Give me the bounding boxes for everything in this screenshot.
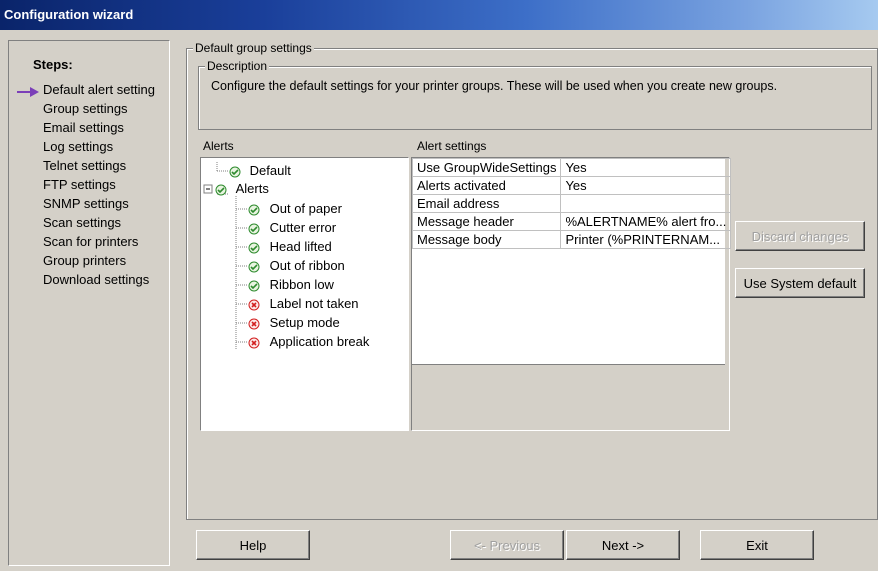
- table-row[interactable]: Use GroupWideSettings Yes: [411, 158, 732, 177]
- step-ftp-settings[interactable]: FTP settings: [43, 175, 116, 194]
- window-title: Configuration wizard: [4, 7, 134, 22]
- tree-item-application-break[interactable]: Application break: [248, 332, 369, 351]
- current-step-arrow-icon: [17, 87, 39, 97]
- tree-item-label: Cutter error: [269, 220, 337, 235]
- tree-item-ribbon-low[interactable]: Ribbon low: [248, 275, 334, 294]
- tree-item-label: Alerts: [235, 181, 269, 196]
- default-group-settings-label: Default group settings: [193, 41, 314, 55]
- step-email-settings[interactable]: Email settings: [43, 118, 124, 137]
- setting-name: Alerts activated: [411, 176, 562, 195]
- alerts-label: Alerts: [203, 139, 234, 153]
- table-row[interactable]: Email address: [411, 194, 732, 213]
- tree-item-label: Application break: [269, 334, 370, 349]
- alert-settings-list-area: Use GroupWideSettings Yes Alerts activat…: [411, 158, 732, 365]
- title-bar: Configuration wizard: [0, 0, 878, 30]
- ok-icon: [229, 166, 241, 178]
- setting-name: Message body: [411, 230, 562, 249]
- previous-button[interactable]: <- Previous: [450, 530, 564, 560]
- setting-value[interactable]: Printer (%PRINTERNAM...: [560, 230, 732, 249]
- tree-item-setup-mode[interactable]: Setup mode: [248, 313, 340, 332]
- ok-icon: [248, 242, 260, 254]
- error-icon: [248, 299, 260, 311]
- description-label: Description: [205, 59, 270, 73]
- tree-item-label: Setup mode: [269, 315, 340, 330]
- step-scan-settings[interactable]: Scan settings: [43, 213, 121, 232]
- setting-value[interactable]: [560, 194, 732, 213]
- step-snmp-settings[interactable]: SNMP settings: [43, 194, 129, 213]
- step-log-settings[interactable]: Log settings: [43, 137, 113, 156]
- tree-item-label: Head lifted: [269, 239, 332, 254]
- step-scan-for-printers[interactable]: Scan for printers: [43, 232, 138, 251]
- description-text: Configure the default settings for your …: [211, 79, 778, 93]
- help-button[interactable]: Help: [196, 530, 310, 560]
- tree-item-default[interactable]: Default: [229, 161, 291, 180]
- ok-icon: [248, 280, 260, 292]
- tree-item-label-not-taken[interactable]: Label not taken: [248, 294, 359, 313]
- ok-icon: [248, 261, 260, 273]
- tree-item-alerts[interactable]: Alerts: [215, 179, 269, 198]
- error-icon: [248, 337, 260, 349]
- alert-settings-label: Alert settings: [417, 139, 487, 153]
- setting-name: Message header: [411, 212, 562, 231]
- tree-item-label: Out of paper: [269, 201, 342, 216]
- setting-name: Use GroupWideSettings: [411, 158, 562, 177]
- ok-icon: [248, 204, 260, 216]
- ok-icon: [248, 223, 260, 235]
- alert-settings-table: Use GroupWideSettings Yes Alerts activat…: [411, 158, 732, 249]
- tree-item-head-lifted[interactable]: Head lifted: [248, 237, 332, 256]
- alert-settings-grid: Use GroupWideSettings Yes Alerts activat…: [411, 157, 732, 431]
- ok-icon: [215, 184, 227, 196]
- setting-value[interactable]: Yes: [560, 176, 732, 195]
- tree-item-cutter-error[interactable]: Cutter error: [248, 218, 336, 237]
- use-system-default-button[interactable]: Use System default: [735, 268, 865, 298]
- tree-item-label: Out of ribbon: [269, 258, 345, 273]
- step-telnet-settings[interactable]: Telnet settings: [43, 156, 126, 175]
- discard-changes-button[interactable]: Discard changes: [735, 221, 865, 251]
- setting-name: Email address: [411, 194, 562, 213]
- tree-item-out-of-ribbon[interactable]: Out of ribbon: [248, 256, 345, 275]
- setting-value[interactable]: Yes: [560, 158, 732, 177]
- tree-item-out-of-paper[interactable]: Out of paper: [248, 199, 342, 218]
- step-group-settings[interactable]: Group settings: [43, 99, 128, 118]
- exit-button[interactable]: Exit: [700, 530, 814, 560]
- steps-heading: Steps:: [33, 57, 73, 72]
- next-button[interactable]: Next ->: [566, 530, 680, 560]
- tree-item-label: Label not taken: [269, 296, 359, 311]
- error-icon: [248, 318, 260, 330]
- description-box: [198, 66, 872, 130]
- tree-item-label: Default: [249, 163, 291, 178]
- table-row[interactable]: Message header %ALERTNAME% alert fro...: [411, 212, 732, 231]
- table-row[interactable]: Alerts activated Yes: [411, 176, 732, 195]
- step-group-printers[interactable]: Group printers: [43, 251, 126, 270]
- table-row[interactable]: Message body Printer (%PRINTERNAM...: [411, 230, 732, 249]
- tree-item-label: Ribbon low: [269, 277, 334, 292]
- step-default-alert-setting[interactable]: Default alert setting: [43, 80, 155, 99]
- step-download-settings[interactable]: Download settings: [43, 270, 149, 289]
- alerts-tree[interactable]: Default Alerts Out of paper Cutter error…: [200, 157, 409, 431]
- setting-value[interactable]: %ALERTNAME% alert fro...: [560, 212, 732, 231]
- steps-sidebar: Steps: Default alert setting Group setti…: [8, 40, 170, 566]
